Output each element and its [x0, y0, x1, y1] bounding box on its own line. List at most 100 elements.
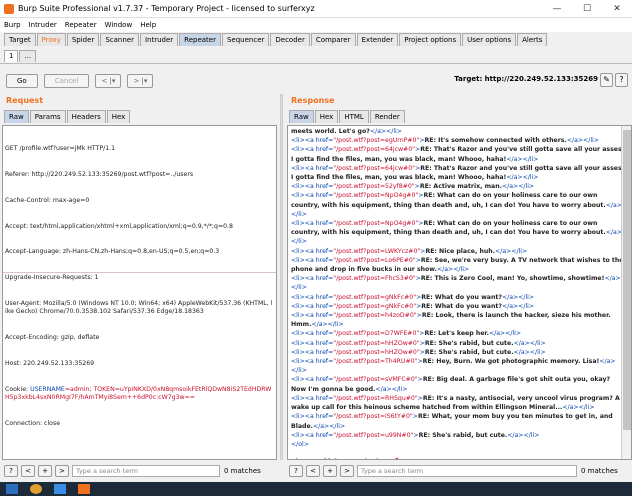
response-line: <li><a href="/post.wtf?post=gNkFc#0">RE:… [291, 293, 535, 301]
request-tab-hex[interactable]: Hex [106, 110, 131, 123]
caret-line [3, 272, 276, 273]
tab-project-options[interactable]: Project options [399, 33, 462, 46]
cookie-line: Cookie: USERNAME=admin; TOKEN=uYpiNKXD/0… [5, 386, 274, 403]
scrollbar-thumb[interactable] [623, 130, 631, 430]
menu-burp[interactable]: Burp [4, 21, 21, 29]
response-heading: Response [291, 96, 335, 105]
request-line: Cache-Control: max-age=0 [5, 196, 90, 204]
close-button[interactable]: ✕ [602, 0, 632, 18]
menu-help[interactable]: Help [140, 21, 156, 29]
flag-text: Flag: xctf{cb49256d1ab48803 [291, 458, 627, 459]
repeater-tab-1[interactable]: 1 [4, 50, 19, 62]
edit-target-icon[interactable]: ✎ [600, 73, 613, 87]
request-view-tabs: Raw Params Headers Hex [0, 110, 277, 124]
response-line: <li><a href="/post.wtf?post=h4zoD#0">RE:… [291, 312, 611, 329]
response-line: <li><a href="/post.wtf?post=hHZOw#0">RE:… [291, 339, 546, 347]
request-line: Host: 220.249.52.133:35269 [5, 360, 95, 368]
request-body: GET /profile.wtf?user=jMk HTTP/1.1 Refer… [3, 126, 276, 446]
request-line: Upgrade-Insecure-Requests: 1 [5, 274, 99, 282]
response-scrollbar[interactable] [621, 126, 631, 459]
response-line: <li><a href="/post.wtf?post=RHSqu#0">RE:… [291, 394, 620, 412]
response-tab-render[interactable]: Render [369, 110, 405, 123]
burp-logo-icon [4, 3, 14, 14]
main-tab-bar: Target Proxy Spider Scanner Intruder Rep… [0, 33, 632, 47]
chrome-icon[interactable] [30, 484, 42, 494]
response-tab-raw[interactable]: Raw [289, 110, 314, 123]
minimize-button[interactable]: — [542, 0, 572, 18]
request-line: Accept: text/html,application/xhtml+xml,… [5, 222, 233, 230]
response-line: </ol> [291, 440, 309, 448]
tab-comparer[interactable]: Comparer [310, 33, 356, 46]
response-prev-button[interactable]: < [306, 465, 320, 477]
tab-spider[interactable]: Spider [66, 33, 100, 46]
request-line: GET /profile.wtf?user=jMk HTTP/1.1 [5, 145, 116, 153]
response-line: <li><a href="/post.wtf?post=64jcw#0">RE:… [291, 146, 625, 163]
request-pane: Request Raw Params Headers Hex GET /prof… [0, 94, 277, 460]
tab-repeater[interactable]: Repeater [179, 33, 221, 46]
response-search-input[interactable]: Type a search term [357, 465, 577, 477]
forward-button[interactable]: > |▾ [127, 74, 154, 88]
request-line: Accept-Encoding: gzip, deflate [5, 334, 100, 342]
start-icon[interactable] [6, 484, 18, 494]
tab-scanner[interactable]: Scanner [100, 33, 139, 46]
response-line: <li><a href="/post.wtf?post=LWKYcz#0">RE… [291, 247, 528, 255]
menu-window[interactable]: Window [105, 21, 133, 29]
response-tab-html[interactable]: HTML [339, 110, 369, 123]
response-line: <li><a href="/post.wtf?post=64jcw#0">RE:… [291, 164, 625, 182]
response-line: <li><a href="/post.wtf?post=egUrnP#0">RE… [291, 137, 599, 145]
response-tab-hex[interactable]: Hex [314, 110, 339, 123]
response-editor[interactable]: meets world. Let's go?</a></li> <li><a hr… [287, 125, 632, 460]
go-button[interactable]: Go [6, 74, 38, 88]
window-title: Burp Suite Professional v1.7.37 - Tempor… [18, 4, 315, 13]
request-search-input[interactable]: Type a search term [72, 465, 220, 477]
tab-alerts[interactable]: Alerts [517, 33, 548, 46]
request-prev-button[interactable]: < [21, 465, 35, 477]
response-line: <li><a href="/post.wtf?post=NpO4g#0">RE:… [291, 192, 622, 218]
tab-extender[interactable]: Extender [356, 33, 399, 46]
menu-intruder[interactable]: Intruder [29, 21, 57, 29]
response-body: meets world. Let's go?</a></li> <li><a hr… [288, 126, 631, 459]
request-tab-params[interactable]: Params [29, 110, 66, 123]
maximize-button[interactable]: ☐ [572, 0, 602, 18]
repeater-tab-new[interactable]: ... [19, 50, 37, 62]
tab-intruder[interactable]: Intruder [139, 33, 179, 46]
request-next-button[interactable]: > [55, 465, 69, 477]
response-line: <li><a href="/post.wtf?post=iS6tY#0">RE:… [291, 413, 613, 430]
menu-repeater[interactable]: Repeater [65, 21, 97, 29]
response-next-button[interactable]: > [340, 465, 354, 477]
edge-icon[interactable] [54, 484, 66, 494]
request-match-count: 0 matches [224, 467, 261, 475]
repeater-toolbar: Go Cancel < |▾ > |▾ Target: http://220.2… [0, 70, 632, 92]
help-icon[interactable]: ? [615, 73, 628, 87]
cancel-button[interactable]: Cancel [43, 74, 90, 88]
response-add-button[interactable]: + [323, 465, 337, 477]
response-line: <li><a href="/post.wtf?post=NpO4g#0">RE:… [291, 220, 622, 246]
request-editor[interactable]: GET /profile.wtf?user=jMk HTTP/1.1 Refer… [2, 125, 277, 460]
request-tab-headers[interactable]: Headers [66, 110, 106, 123]
request-help-button[interactable]: ? [4, 465, 18, 477]
tab-decoder[interactable]: Decoder [270, 33, 310, 46]
burp-taskbar-icon[interactable] [78, 484, 90, 494]
response-line: <li><a href="/post.wtf?post=hHZOw#0">RE:… [291, 348, 546, 356]
response-line: <li><a href="/post.wtf?post=Lo6PE#0">RE:… [291, 256, 624, 274]
request-line: Accept-Language: zh-Hans-CN,zh-Hans;q=0.… [5, 248, 220, 256]
back-button[interactable]: < |▾ [95, 74, 122, 88]
tab-target[interactable]: Target [4, 33, 36, 46]
request-add-button[interactable]: + [38, 465, 52, 477]
request-search-bar: ? < + > Type a search term 0 matches [4, 463, 261, 479]
response-view-tabs: Raw Hex HTML Render [285, 110, 632, 124]
response-line: <li><a href="/post.wtf?post=52yf8#0">RE:… [291, 183, 535, 191]
tab-sequencer[interactable]: Sequencer [221, 33, 270, 46]
tab-proxy[interactable]: Proxy [36, 33, 66, 46]
request-line: Connection: close [5, 420, 60, 428]
tab-user-options[interactable]: User options [462, 33, 517, 46]
response-line: <li><a href="/post.wtf?post=sVMFC#0">RE:… [291, 376, 611, 393]
request-tab-raw[interactable]: Raw [4, 110, 29, 123]
response-line: <li><a href="/post.wtf?post=FhcS3#0">RE:… [291, 275, 621, 292]
response-help-button[interactable]: ? [289, 465, 303, 477]
repeater-tab-bar: 1 ... [0, 50, 632, 64]
split-divider[interactable] [280, 94, 283, 460]
title-bar: Burp Suite Professional v1.7.37 - Tempor… [0, 0, 632, 18]
response-search-bar: ? < + > Type a search term 0 matches [289, 463, 618, 479]
